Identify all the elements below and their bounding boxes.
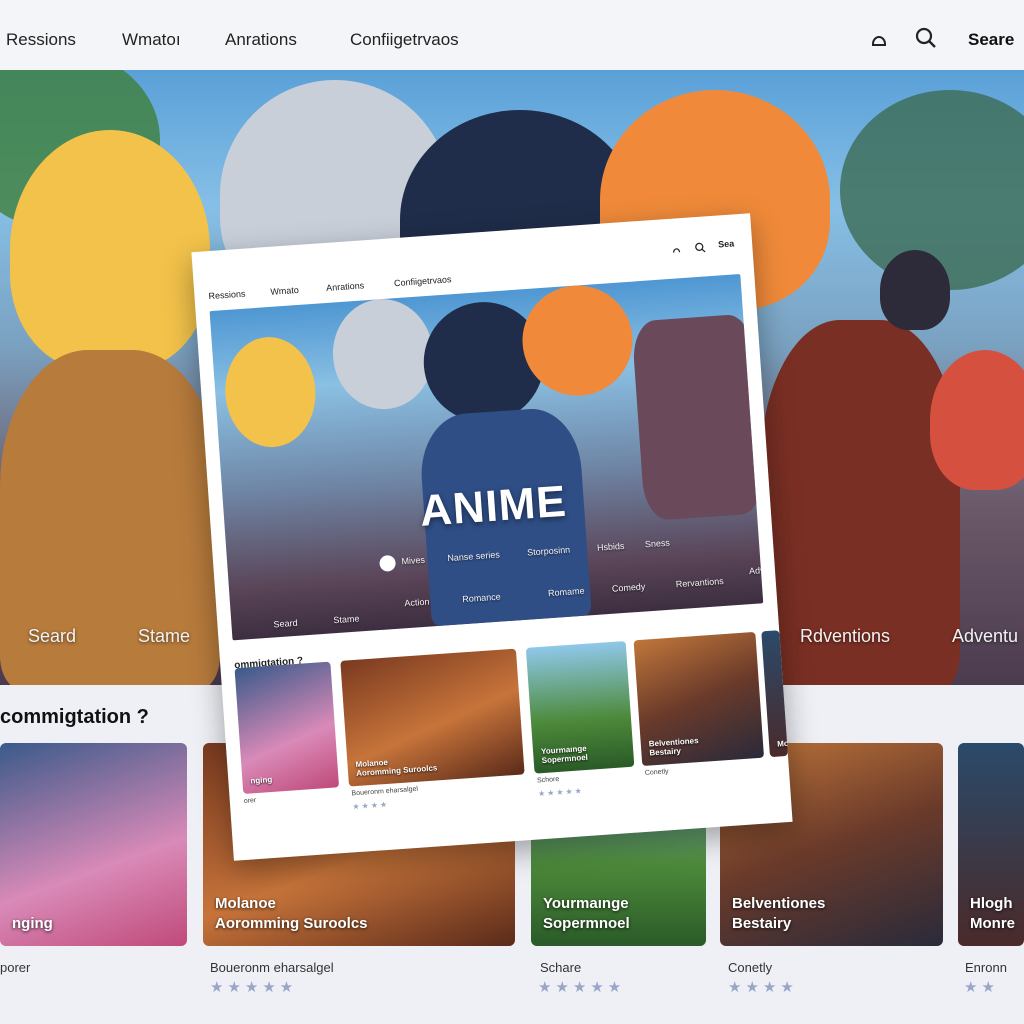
card-meta: Conetly [728,960,773,975]
card-meta: Schare [540,960,582,975]
tag-sness[interactable]: Sness [645,538,671,550]
embedded-card-title: Molanoe Aoromming Suroolcs [355,757,438,779]
embedded-nav-link-configurations[interactable]: Confiigetrvaos [394,274,452,288]
nav-link-wmatoi[interactable]: Wmatoı [122,30,181,50]
embedded-card-meta: Schore [536,775,560,785]
rating-stars: ★★★★★ [538,979,626,996]
embedded-genre-seard[interactable]: Seard [273,618,298,630]
embedded-genre-adv[interactable]: Adv [749,565,764,576]
embedded-user-icon[interactable] [670,242,683,255]
anime-card-5[interactable]: Hlogh Monre [958,743,1024,946]
search-icon[interactable] [914,26,938,50]
genre-link-seard[interactable]: Seard [28,626,76,647]
anime-card-1[interactable]: nging [0,743,187,946]
embedded-nav-link-ressions[interactable]: Ressions [208,289,246,302]
card-title: Molanoe Aoromming Suroolcs [215,895,368,932]
genre-link-stame[interactable]: Stame [138,626,190,647]
embedded-card-1[interactable]: nging [234,661,340,794]
genre-action[interactable]: Action [404,597,430,609]
embedded-screenshot: Ressions Wmato Anrations Confiigetrvaos … [191,213,793,861]
card-title: nging [12,915,53,932]
embedded-character-blonde [221,334,320,451]
rating-stars: ★★★★★ [210,979,298,996]
embedded-search-icon[interactable] [694,240,707,253]
card-meta: Boueronm eharsalgel [210,960,334,975]
embedded-rating-stars: ★★★★ [352,799,390,812]
embedded-card-title: nging [250,774,273,786]
genre-link-rdventions[interactable]: Rdventions [800,626,890,647]
section-title: commigtation ? [0,706,149,728]
nav-link-configurations[interactable]: Confiigetrvaos [350,30,459,50]
embedded-card-meta: Conetly [644,768,669,777]
embedded-nav-link-anrations[interactable]: Anrations [326,280,365,293]
embedded-card-title: Belventiones Bestairy [648,736,699,758]
nav-link-ressions[interactable]: Ressions [6,30,76,50]
embedded-search-label[interactable]: Sea [718,238,735,249]
card-title: Yourmaınge Sopermnoel [543,895,630,932]
card-title: Hlogh Monre [970,895,1015,932]
genre-link-adventure[interactable]: Adventu [952,626,1018,647]
tag-mives[interactable]: Mives [401,555,425,567]
card-title: Belventiones Bestairy [732,895,826,932]
character-blonde-girl [10,130,210,370]
embedded-card-meta: orer [243,797,257,805]
card-meta: porer [0,960,31,975]
tag-hsbids[interactable]: Hsbids [597,541,625,553]
genre-rervantions[interactable]: Rervantions [675,576,724,589]
embedded-character-silver [329,295,437,413]
embedded-card-2[interactable]: Molanoe Aoromming Suroolcs [340,648,525,787]
character-red-hair [930,350,1024,490]
embedded-card-meta: Boueronm eharsalgel [351,785,419,798]
genre-comedy[interactable]: Comedy [612,581,646,593]
embedded-card-4[interactable]: Belventiones Bestairy [633,631,765,767]
card-meta: Enronn [965,960,1007,975]
character-crowd [880,250,950,330]
search-label[interactable]: Seare [968,30,1014,50]
embedded-card-3[interactable]: Yourmaınge Sopermnoel [525,640,635,774]
embedded-rating-stars: ★★★★★ [537,786,585,799]
rating-stars: ★★ [964,979,999,996]
user-icon[interactable] [867,26,891,50]
hero-title: ANIME [418,476,569,536]
rating-stars: ★★★★ [728,979,798,996]
embedded-character-crowd [631,313,764,522]
nav-link-anrations[interactable]: Anrations [225,30,297,50]
play-button[interactable] [379,554,397,572]
embedded-card-title: Yourmaınge Sopermnoel [540,743,589,766]
embedded-card-title: Mo [776,738,788,749]
top-navigation-bar: Ressions Wmatoı Anrations Confiigetrvaos… [0,0,1024,70]
embedded-hero-banner: ANIME Mives Nanse series Storposinn Hsbi… [209,274,764,641]
embedded-genre-stame[interactable]: Stame [333,613,360,625]
embedded-nav-link-wmato[interactable]: Wmato [270,285,299,297]
